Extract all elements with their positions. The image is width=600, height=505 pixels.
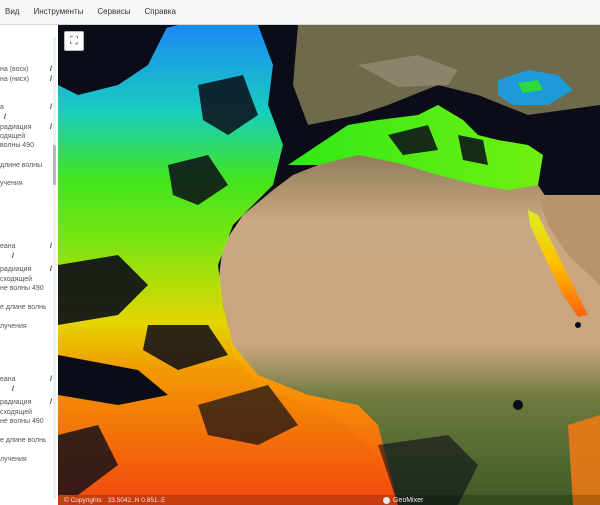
geomixer-logo: GeoMixer xyxy=(383,497,423,504)
lake xyxy=(513,400,523,410)
layer-item[interactable]: сходящей xyxy=(0,408,32,417)
menu-bar: Вид Инструменты Сервисы Справка xyxy=(0,0,600,25)
menu-services[interactable]: Сервисы xyxy=(90,0,137,24)
sidebar-scroll-track[interactable] xyxy=(53,37,56,499)
menu-help[interactable]: Справка xyxy=(138,0,183,24)
layer-item[interactable]: не волны 490 xyxy=(0,284,44,293)
expand-icon: ⛶ xyxy=(70,34,78,47)
layer-item[interactable]: одящей xyxy=(0,132,25,141)
layer-item[interactable]: еана / xyxy=(0,242,52,251)
sidebar-scroll-thumb[interactable] xyxy=(53,145,56,185)
layer-item[interactable]: волны 490 xyxy=(0,141,34,150)
geomixer-logo-icon xyxy=(383,497,390,504)
layer-item[interactable]: на (нисх) / xyxy=(0,75,52,84)
menu-view[interactable]: Вид xyxy=(0,0,26,24)
layer-item[interactable]: еана / xyxy=(0,375,52,384)
coordinates-readout: 33.5042..N 0.851..E xyxy=(107,496,166,504)
layer-item[interactable]: е длине волны xyxy=(0,436,46,445)
layer-item[interactable]: не волны 490 xyxy=(0,417,44,426)
layer-item[interactable]: на (воск) / xyxy=(0,65,52,74)
layer-item[interactable]: лучения xyxy=(0,455,27,464)
layer-item[interactable]: радиация / xyxy=(0,123,52,132)
layer-item[interactable]: е длине волны xyxy=(0,303,46,312)
layer-item[interactable]: сходящей xyxy=(0,275,32,284)
layer-item[interactable]: радиация / xyxy=(0,265,52,274)
layer-item[interactable]: учения xyxy=(0,179,23,188)
layer-item[interactable]: длине волны xyxy=(0,161,42,170)
layer-item[interactable]: лучения xyxy=(0,322,27,331)
satellite-map xyxy=(58,25,600,505)
layers-sidebar: на (воск) / на (нисх) / а / / радиация / одя… xyxy=(0,25,59,505)
layer-item[interactable]: а / xyxy=(0,103,52,112)
layer-item[interactable]: радиация / xyxy=(0,398,52,407)
menu-tools[interactable]: Инструменты xyxy=(26,0,90,24)
lake xyxy=(575,322,581,328)
fullscreen-button[interactable]: ⛶ xyxy=(64,31,84,51)
copyright-text[interactable]: © Copyrights xyxy=(58,497,102,504)
map-status-bar: © Copyrights 33.5042..N 0.851..E xyxy=(58,495,600,505)
map-view[interactable]: ⛶ © Copyrights 33.5042..N 0.851..E GeoMi… xyxy=(58,25,600,505)
indian-ocean-data-layer xyxy=(568,415,600,505)
